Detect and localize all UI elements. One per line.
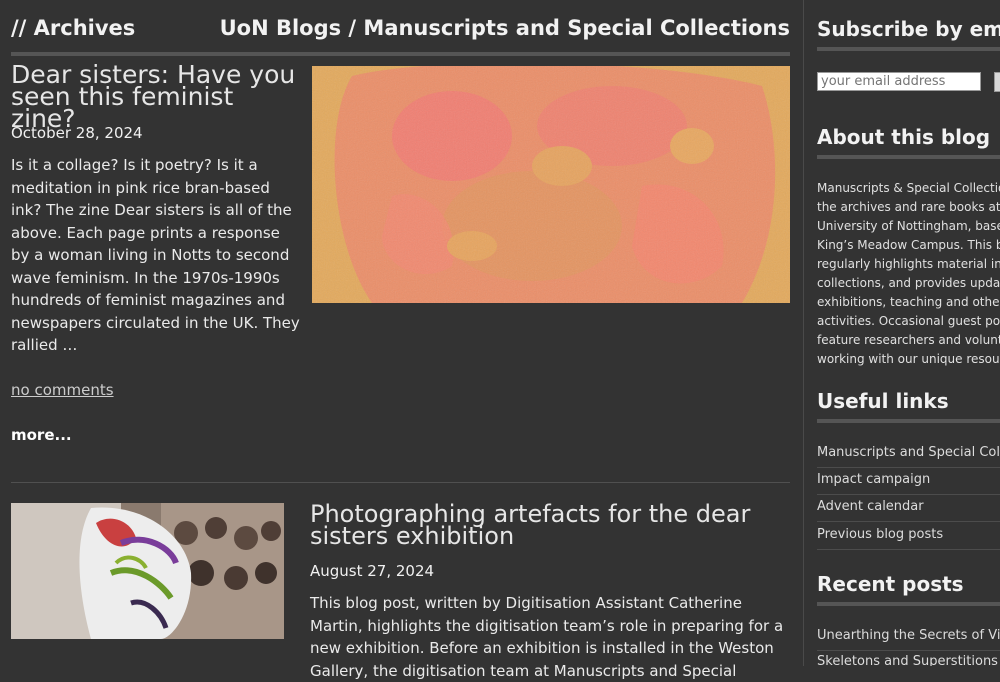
post-date: October 28, 2024 (11, 124, 143, 142)
about-line: regularly highlights material in our (817, 257, 1000, 271)
about-line: exhibitions, teaching and other (817, 295, 1000, 309)
about-line: collections, and provides updates on (817, 276, 1000, 290)
heading-rule (817, 419, 1000, 423)
exhibition-photo-image[interactable] (11, 503, 284, 639)
subscribe-button[interactable] (994, 72, 1000, 92)
heading-rule (817, 47, 1000, 51)
useful-link[interactable]: Impact campaign (817, 472, 1000, 487)
zine-cover-image[interactable] (312, 66, 790, 303)
useful-links-heading: Useful links (817, 389, 949, 413)
recent-posts-heading: Recent posts (817, 572, 964, 596)
subscribe-heading: Subscribe by email (817, 17, 1000, 41)
about-line: activities. Occasional guest posts (817, 314, 1000, 328)
about-line: feature researchers and volunteers (817, 333, 1000, 347)
heading-rule (817, 602, 1000, 606)
useful-link[interactable]: Previous blog posts (817, 527, 1000, 542)
link-divider (817, 494, 1000, 495)
recent-post-link[interactable]: Skeletons and Superstitions (817, 654, 1000, 666)
post-title[interactable]: Dear sisters: Have you seen this feminis… (11, 62, 301, 131)
more-link[interactable]: more... (11, 426, 72, 444)
archives-heading[interactable]: // Archives (11, 16, 135, 40)
page-header: // Archives UoN Blogs / Manuscripts and … (11, 16, 790, 56)
about-line: King’s Meadow Campus. This blog (817, 238, 1000, 252)
heading-rule (817, 155, 1000, 159)
email-field[interactable] (817, 72, 981, 91)
link-divider (817, 467, 1000, 468)
breadcrumb[interactable]: UoN Blogs / Manuscripts and Special Coll… (220, 16, 790, 40)
post-title[interactable]: Photographing artefacts for the dear sis… (310, 502, 790, 548)
post-excerpt: Is it a collage? Is it poetry? Is it a m… (11, 156, 300, 354)
useful-link[interactable]: Manuscripts and Special Collections (817, 445, 1000, 460)
exhibition-artwork (11, 503, 284, 639)
about-line: University of Nottingham, based at (817, 219, 1000, 233)
sidebar: Subscribe by email About this blog Manus… (803, 0, 1000, 666)
about-line: Manuscripts & Special Collections (817, 181, 1000, 195)
link-divider (817, 549, 1000, 550)
about-heading: About this blog (817, 125, 991, 149)
about-line: the archives and rare books at the (817, 200, 1000, 214)
about-text: Manuscripts & Special Collections the ar… (817, 179, 1000, 369)
link-divider (817, 521, 1000, 522)
post-date: August 27, 2024 (310, 562, 435, 580)
post-divider (11, 482, 790, 483)
post-excerpt: This blog post, written by Digitisation … (310, 594, 784, 680)
zine-artwork (312, 66, 790, 303)
recent-post-link[interactable]: Unearthing the Secrets of Victorian (817, 628, 1000, 643)
about-line: working with our unique resources. (817, 352, 1000, 366)
link-divider (817, 650, 1000, 651)
comments-link[interactable]: no comments (11, 381, 114, 399)
useful-link[interactable]: Advent calendar (817, 499, 1000, 514)
